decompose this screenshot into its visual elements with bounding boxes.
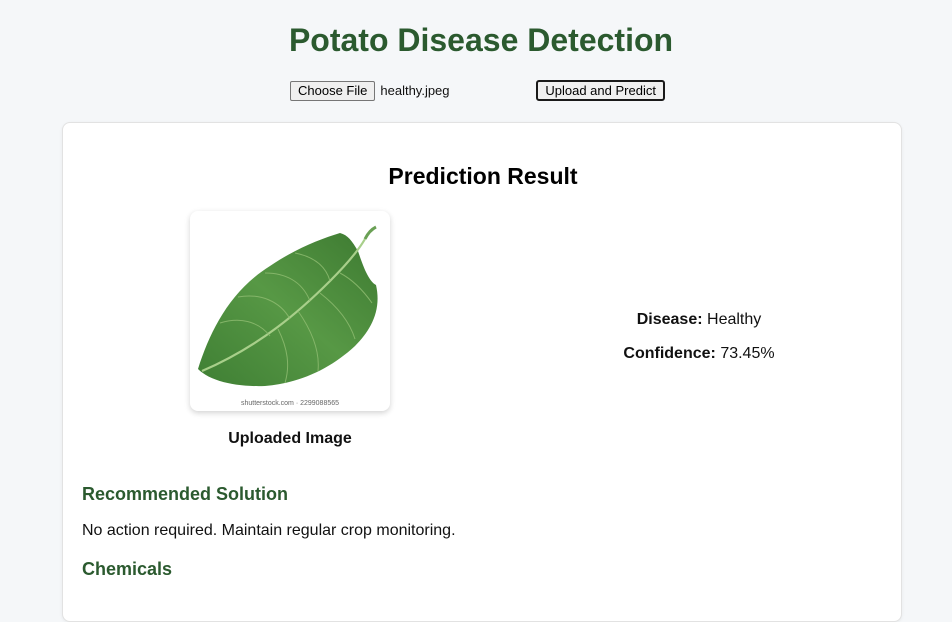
recommended-solution-text: No action required. Maintain regular cro…	[82, 522, 456, 539]
result-title: Prediction Result	[388, 163, 578, 189]
disease-value: Healthy	[707, 311, 762, 328]
uploaded-image: shutterstock.com · 2299088565	[190, 211, 390, 411]
upload-form: Choose File healthy.jpeg Upload and Pred…	[290, 80, 665, 101]
disease-row: Disease: Healthy	[523, 311, 875, 345]
result-card: Prediction Result shutterstock.com · 229…	[62, 122, 902, 622]
page-title: Potato Disease Detection	[288, 22, 674, 58]
uploaded-image-caption: Uploaded Image	[228, 430, 352, 447]
disease-label: Disease:	[636, 311, 703, 328]
chemicals-heading: Chemicals	[82, 559, 173, 579]
choose-file-button[interactable]: Choose File	[290, 80, 376, 101]
recommended-solution-heading: Recommended Solution	[82, 484, 289, 504]
prediction-info: Disease: Healthy Confidence: 73.45%	[523, 311, 875, 379]
leaf-image	[198, 225, 378, 387]
confidence-row: Confidence: 73.45%	[523, 345, 875, 379]
selected-file-name: healthy.jpeg	[380, 83, 450, 98]
image-watermark: shutterstock.com · 2299088565	[240, 400, 340, 407]
confidence-value: 73.45%	[720, 345, 775, 362]
confidence-label: Confidence:	[623, 345, 716, 362]
upload-and-predict-button[interactable]: Upload and Predict	[536, 80, 665, 101]
